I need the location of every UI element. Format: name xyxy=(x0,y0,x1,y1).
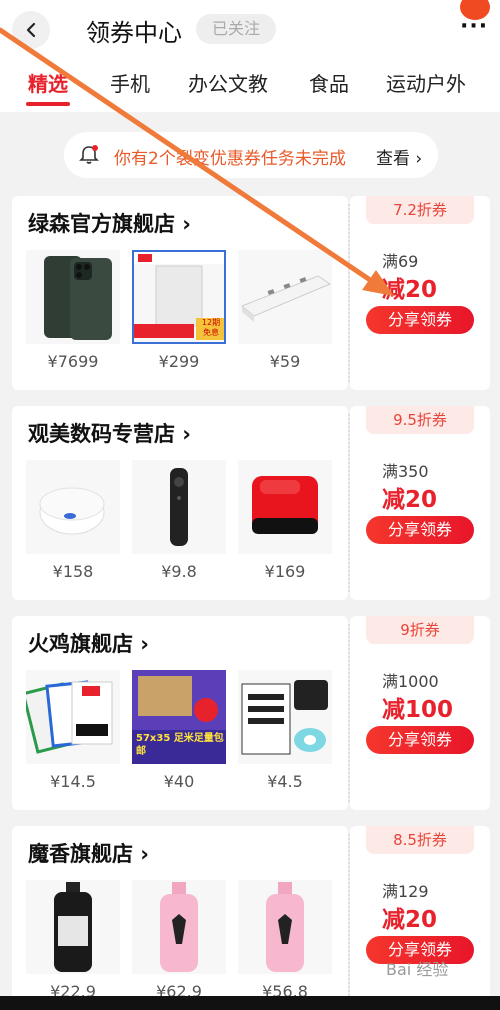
coupon-threshold: 满69 xyxy=(382,252,419,271)
share-coupon-button[interactable]: 分享领券 xyxy=(366,516,474,544)
shop-name: 绿森官方旗舰店 xyxy=(28,212,175,236)
follow-button[interactable]: 已关注 xyxy=(196,14,277,44)
watermark: Bai 经验 xyxy=(386,960,449,979)
coupon-amount: 减20 xyxy=(382,487,438,513)
shop-products: 魔香旗舰店 › ¥22.9 ¥62.9 ¥56.8 xyxy=(12,826,348,1010)
product-price: ¥14.5 xyxy=(50,772,96,791)
shop-card: 绿森官方旗舰店 › ¥7699 12期 免息 ¥299 ¥59 7.2折券 满6… xyxy=(12,196,490,390)
notice-text: 你有2个裂变优惠券任务未完成 xyxy=(114,149,346,169)
shop-name: 观美数码专营店 xyxy=(28,422,175,446)
discount-tag: 7.2折券 xyxy=(366,196,474,224)
tv-box-image xyxy=(238,460,332,554)
phone-image xyxy=(26,250,120,344)
shop-name: 火鸡旗舰店 xyxy=(28,632,133,656)
share-coupon-button[interactable]: 分享领券 xyxy=(366,306,474,334)
product-price: ¥40 xyxy=(163,772,195,791)
promo-label: 12期 免息 xyxy=(201,318,221,337)
chevron-left-icon xyxy=(26,22,36,38)
coupon-amount: 减100 xyxy=(382,697,454,723)
page-title: 领券中心 xyxy=(86,19,182,47)
product-price: ¥169 xyxy=(264,562,306,581)
power-strip-image xyxy=(238,250,332,344)
label-printer-image xyxy=(238,670,332,764)
pink-bottle-image xyxy=(132,880,226,974)
shop-products: 观美数码专营店 › ¥158 ¥9.8 ¥169 xyxy=(12,406,348,600)
coupon-panel: 7.2折券 满69 减20 分享领券 xyxy=(350,196,490,390)
shop-card: 火鸡旗舰店 › ¥14.5 57x35 足米足量包邮 ¥40 ¥4.5 9折券 … xyxy=(12,616,490,810)
product-price: ¥59 xyxy=(269,352,301,371)
shop-name-link[interactable]: 绿森官方旗舰店 › xyxy=(28,208,191,238)
tab-sports[interactable]: 运动户外 xyxy=(386,68,466,97)
shop-card: 观美数码专营店 › ¥158 ¥9.8 ¥169 9.5折券 满350 减20 … xyxy=(12,406,490,600)
product-item[interactable]: ¥9.8 xyxy=(132,460,226,581)
product-item[interactable]: ¥22.9 xyxy=(26,880,120,1001)
coupon-amount: 减20 xyxy=(382,277,438,303)
product-price: ¥4.5 xyxy=(267,772,303,791)
more-icon: ··· xyxy=(460,14,489,39)
discount-tag: 9折券 xyxy=(366,616,474,644)
product-price: ¥9.8 xyxy=(161,562,197,581)
bell-icon xyxy=(79,145,99,164)
product-item[interactable]: ¥7699 xyxy=(26,250,120,371)
coupon-threshold: 满350 xyxy=(382,462,429,481)
product-item[interactable]: ¥169 xyxy=(238,460,332,581)
round-device-image xyxy=(26,460,120,554)
share-coupon-button[interactable]: 分享领券 xyxy=(366,726,474,754)
label-cards-image xyxy=(26,670,120,764)
task-notice[interactable]: 你有2个裂变优惠券任务未完成 查看 › xyxy=(64,132,438,178)
system-nav-bar xyxy=(0,996,500,1010)
view-link[interactable]: 查看 › xyxy=(376,144,422,169)
shop-products: 火鸡旗舰店 › ¥14.5 57x35 足米足量包邮 ¥40 ¥4.5 xyxy=(12,616,348,810)
coupon-threshold: 满1000 xyxy=(382,672,439,691)
active-tab-indicator xyxy=(26,102,70,106)
discount-tag: 9.5折券 xyxy=(366,406,474,434)
back-button[interactable] xyxy=(12,11,50,49)
shop-products: 绿森官方旗舰店 › ¥7699 12期 免息 ¥299 ¥59 xyxy=(12,196,348,390)
coupon-amount: 减20 xyxy=(382,907,438,933)
product-item[interactable]: ¥59 xyxy=(238,250,332,371)
product-item[interactable]: 57x35 足米足量包邮 ¥40 xyxy=(132,670,226,791)
tab-featured[interactable]: 精选 xyxy=(28,68,68,97)
tab-office[interactable]: 办公文教 xyxy=(188,68,268,97)
product-item[interactable]: ¥158 xyxy=(26,460,120,581)
product-item[interactable]: ¥56.8 xyxy=(238,880,332,1001)
coupon-threshold: 满129 xyxy=(382,882,429,901)
product-item[interactable]: 12期 免息 ¥299 xyxy=(132,250,226,371)
coupon-panel: 9折券 满1000 减100 分享领券 xyxy=(350,616,490,810)
product-item[interactable]: ¥4.5 xyxy=(238,670,332,791)
paper-rolls-box-image: 57x35 足米足量包邮 xyxy=(132,670,226,764)
black-bottle-image xyxy=(26,880,120,974)
shop-card: 魔香旗舰店 › ¥22.9 ¥62.9 ¥56.8 8.5折券 满129 减20… xyxy=(12,826,490,1010)
product-item[interactable]: ¥62.9 xyxy=(132,880,226,1001)
view-link-label: 查看 xyxy=(376,149,410,169)
remote-control-image xyxy=(132,460,226,554)
tab-food[interactable]: 食品 xyxy=(309,68,349,97)
pink-bottle-image xyxy=(238,880,332,974)
product-item[interactable]: ¥14.5 xyxy=(26,670,120,791)
product-price: ¥7699 xyxy=(47,352,99,371)
coupon-panel: 8.5折券 满129 减20 分享领券 xyxy=(350,826,490,1010)
shop-name: 魔香旗舰店 xyxy=(28,842,133,866)
shop-name-link[interactable]: 火鸡旗舰店 › xyxy=(28,628,149,658)
tab-phones[interactable]: 手机 xyxy=(110,68,150,97)
product-price: ¥299 xyxy=(158,352,200,371)
shop-name-link[interactable]: 观美数码专营店 › xyxy=(28,418,191,448)
shop-name-link[interactable]: 魔香旗舰店 › xyxy=(28,838,149,868)
promo-label: 57x35 足米足量包邮 xyxy=(136,733,224,757)
product-price: ¥158 xyxy=(52,562,94,581)
more-button[interactable]: ··· xyxy=(452,0,492,40)
top-bar: 领券中心 已关注 ··· xyxy=(0,0,500,58)
coupon-panel: 9.5折券 满350 减20 分享领券 xyxy=(350,406,490,600)
category-tabs: 精选 手机 办公文教 食品 运动户外 xyxy=(0,58,500,112)
discount-tag: 8.5折券 xyxy=(366,826,474,854)
power-bank-image: 12期 免息 xyxy=(132,250,226,344)
